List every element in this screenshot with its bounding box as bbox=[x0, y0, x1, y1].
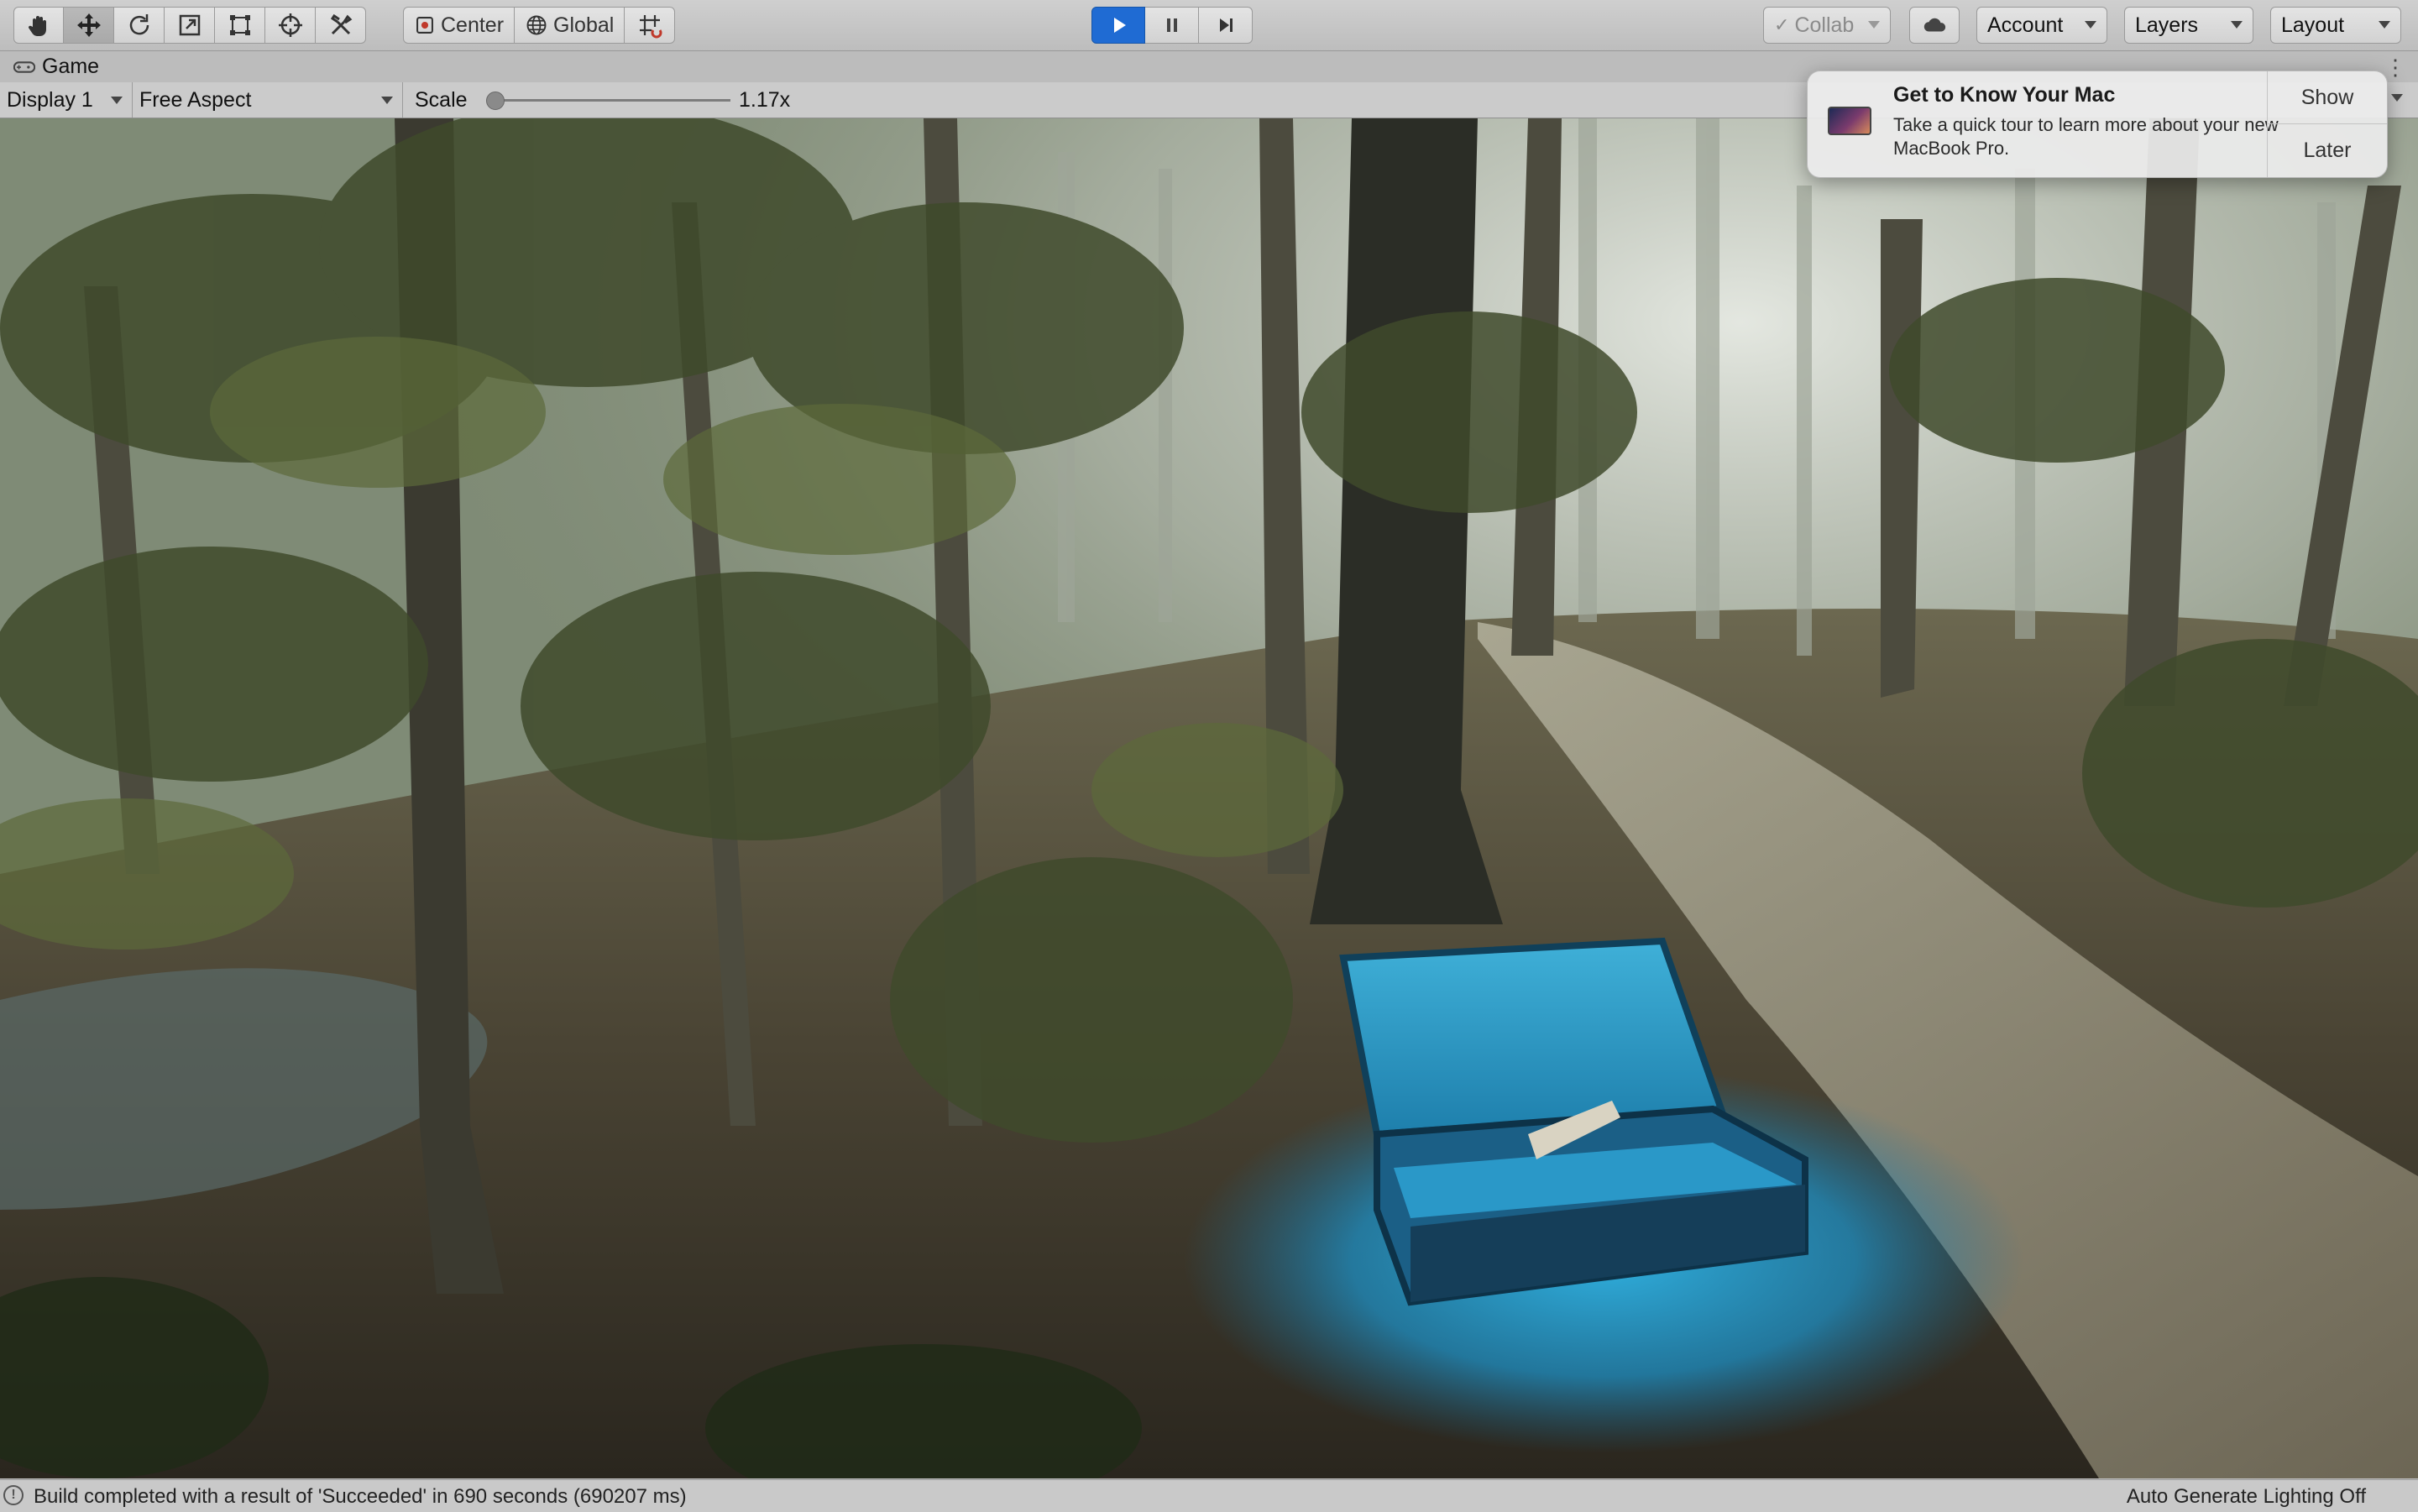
aspect-label: Free Aspect bbox=[139, 87, 252, 112]
grid-snap-button[interactable] bbox=[625, 7, 676, 44]
notification-banner[interactable]: Get to Know Your Mac Take a quick tour t… bbox=[1807, 71, 2388, 178]
hand-tool-button[interactable] bbox=[13, 7, 64, 44]
layout-dropdown[interactable]: Layout bbox=[2270, 7, 2401, 44]
chevron-down-icon bbox=[2231, 21, 2243, 29]
pivot-center-icon bbox=[416, 17, 433, 34]
pause-button[interactable] bbox=[1145, 7, 1199, 44]
checkmark-icon: ✓ bbox=[1774, 14, 1790, 35]
console-message[interactable]: Build completed with a result of 'Succee… bbox=[34, 1485, 687, 1509]
layers-label: Layers bbox=[2135, 13, 2199, 37]
rotate-tool-button[interactable] bbox=[114, 7, 165, 44]
aspect-dropdown[interactable]: Free Aspect bbox=[133, 82, 403, 118]
grid-snap-icon bbox=[639, 15, 662, 39]
globe-icon bbox=[526, 15, 547, 35]
move-tool-icon bbox=[76, 13, 101, 37]
collab-dropdown[interactable]: ✓ Collab bbox=[1763, 7, 1891, 44]
display-label: Display 1 bbox=[7, 87, 93, 112]
tab-game-label: Game bbox=[42, 55, 100, 78]
main-toolbar: Center Global ✓ Collab Account Layers La… bbox=[0, 0, 2418, 51]
hand-tool-icon bbox=[28, 16, 46, 36]
notification-title: Get to Know Your Mac bbox=[1893, 83, 2116, 107]
transform-tool-icon bbox=[278, 13, 302, 37]
transform-tool-button[interactable] bbox=[265, 7, 316, 44]
rect-tool-icon bbox=[229, 15, 250, 35]
chevron-down-icon bbox=[111, 97, 123, 104]
pivot-controls: Center Global bbox=[403, 7, 676, 44]
kebab-menu-icon[interactable]: ⋮ bbox=[2384, 55, 2406, 81]
info-icon: ! bbox=[3, 1485, 24, 1505]
collab-label: Collab bbox=[1794, 13, 1855, 37]
status-bar: ! Build completed with a result of 'Succ… bbox=[0, 1479, 2418, 1512]
game-viewport[interactable] bbox=[0, 118, 2418, 1478]
step-button[interactable] bbox=[1199, 7, 1253, 44]
cloud-icon bbox=[1923, 18, 1946, 32]
notification-body: Take a quick tour to learn more about yo… bbox=[1893, 114, 2279, 159]
show-button[interactable]: Show bbox=[2268, 71, 2387, 124]
rotate-tool-icon bbox=[129, 14, 149, 35]
lighting-status[interactable]: Auto Generate Lighting Off bbox=[2127, 1485, 2366, 1509]
later-button[interactable]: Later bbox=[2268, 124, 2387, 177]
pivot-mode-button[interactable]: Center bbox=[403, 7, 516, 44]
pivot-mode-label: Center bbox=[441, 13, 505, 37]
cloud-button[interactable] bbox=[1909, 7, 1960, 44]
play-icon bbox=[1114, 18, 1126, 33]
play-button[interactable] bbox=[1091, 7, 1145, 44]
notification-actions: Show Later bbox=[2267, 71, 2387, 177]
pivot-rotation-button[interactable]: Global bbox=[515, 7, 625, 44]
layers-dropdown[interactable]: Layers bbox=[2124, 7, 2253, 44]
tab-game[interactable]: Game bbox=[0, 51, 113, 82]
scale-tool-icon bbox=[179, 14, 200, 36]
pause-icon bbox=[1166, 18, 1177, 32]
playback-controls bbox=[1091, 7, 1253, 44]
pivot-rotation-label: Global bbox=[553, 13, 615, 37]
scale-tool-button[interactable] bbox=[165, 7, 215, 44]
account-dropdown[interactable]: Account bbox=[1976, 7, 2107, 44]
chevron-down-icon bbox=[381, 97, 393, 104]
move-tool-button[interactable] bbox=[64, 7, 114, 44]
chevron-down-icon bbox=[1868, 21, 1880, 29]
chevron-down-icon[interactable] bbox=[2391, 94, 2403, 102]
custom-tool-button[interactable] bbox=[316, 7, 366, 44]
chevron-down-icon bbox=[2085, 21, 2096, 29]
gamepad-icon bbox=[13, 60, 35, 73]
forest-scene-image bbox=[0, 118, 2418, 1478]
chevron-down-icon bbox=[2379, 21, 2390, 29]
custom-tool-icon bbox=[330, 13, 352, 35]
transform-tools bbox=[13, 7, 366, 44]
macbook-icon bbox=[1828, 107, 1871, 135]
scale-value: 1.17x bbox=[739, 87, 791, 112]
display-dropdown[interactable]: Display 1 bbox=[0, 82, 133, 118]
scale-slider-track[interactable] bbox=[487, 99, 730, 102]
account-label: Account bbox=[1987, 13, 2064, 37]
layout-label: Layout bbox=[2281, 13, 2345, 37]
rect-tool-button[interactable] bbox=[215, 7, 265, 44]
step-icon bbox=[1219, 18, 1233, 32]
scale-slider-thumb[interactable] bbox=[485, 92, 505, 110]
scale-label: Scale bbox=[415, 87, 468, 112]
